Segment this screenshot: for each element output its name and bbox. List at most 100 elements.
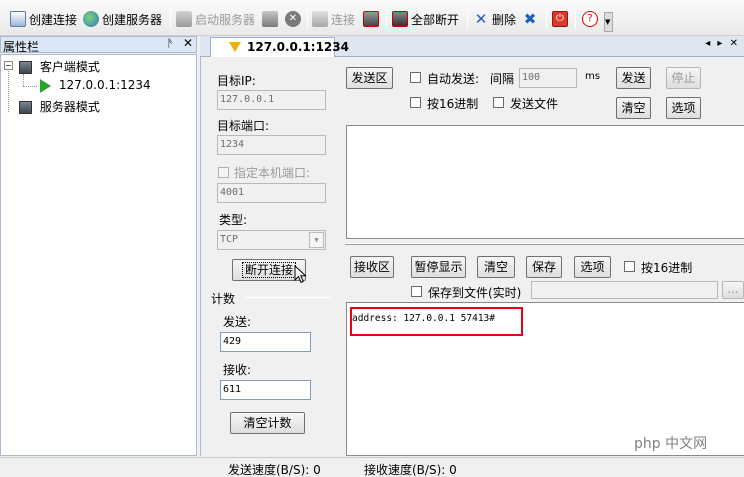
pin-icon[interactable]: ᚫ	[167, 37, 174, 50]
toolbar-separator	[170, 9, 171, 29]
server-settings-button[interactable]	[262, 9, 281, 29]
interval-field[interactable]: 100	[519, 68, 577, 88]
type-select-value: TCP	[220, 234, 239, 245]
type-select[interactable]: TCP ▼	[217, 230, 326, 250]
receive-hex-checkbox[interactable]	[624, 261, 635, 272]
toolbar-separator	[307, 9, 308, 29]
help-icon: ?	[582, 11, 598, 27]
disconnect-all-button[interactable]: 全部断开	[392, 9, 459, 29]
interval-label: 间隔	[490, 72, 515, 86]
save-to-file-label: 保存到文件(实时)	[428, 286, 522, 300]
delete-button[interactable]: ✕ 删除	[473, 9, 516, 29]
local-port-field[interactable]: 4001	[217, 183, 326, 203]
delete-all-button[interactable]: ✖	[522, 9, 541, 29]
toolbar-separator	[386, 9, 387, 29]
connect-icon	[312, 11, 328, 27]
disconnect-all-label: 全部断开	[411, 12, 460, 27]
toolbar-separator	[546, 9, 547, 29]
help-button[interactable]: ?	[582, 9, 601, 29]
create-connection-icon	[10, 11, 26, 27]
tree-item-client-mode[interactable]: 客户端模式	[19, 58, 100, 75]
tree-line	[8, 64, 9, 112]
power-icon: ⏻	[552, 11, 568, 27]
splitter[interactable]	[345, 243, 744, 245]
target-ip-field[interactable]: 127.0.0.1	[217, 90, 326, 110]
receive-options-button[interactable]: 选项	[574, 256, 611, 278]
counts-group: 计数	[211, 290, 331, 306]
tree-item-label: 服务器模式	[39, 100, 100, 114]
send-textarea[interactable]	[346, 125, 744, 239]
stop-circle-icon: ✕	[285, 11, 301, 27]
tab-label: 127.0.0.1:1234	[247, 40, 349, 54]
tree-item-server-mode[interactable]: 服务器模式	[19, 98, 100, 115]
recv-count-field[interactable]: 611	[220, 380, 311, 400]
start-server-button[interactable]: 启动服务器	[176, 9, 255, 29]
close-icon[interactable]: ✕	[183, 36, 193, 50]
target-port-field[interactable]: 1234	[217, 135, 326, 155]
receive-area-button[interactable]: 接收区	[350, 256, 394, 278]
tree-item-client-connection[interactable]: 127.0.0.1:1234	[40, 78, 151, 93]
send-button[interactable]: 发送	[616, 67, 651, 89]
auto-send-label: 自动发送:	[427, 72, 480, 86]
send-hex-checkbox[interactable]	[410, 97, 421, 108]
main-toolbar: 创建连接 创建服务器 启动服务器 ✕ 连接 全部断开 ✕ 删除 ✖ ⏻ ? ▼	[0, 0, 744, 36]
stop-send-button[interactable]: 停止	[666, 67, 701, 89]
tab-nav-controls[interactable]: ◂ ▸ ✕	[705, 38, 740, 49]
auto-send-checkbox[interactable]	[410, 72, 421, 83]
browse-button[interactable]: ...	[722, 281, 744, 299]
clear-counts-button[interactable]: 清空计数	[230, 412, 305, 434]
send-area-button[interactable]: 发送区	[346, 67, 393, 89]
send-speed-status: 发送速度(B/S): 0	[228, 463, 321, 477]
connection-status-icon	[229, 42, 241, 52]
chevron-down-icon: ▼	[309, 232, 324, 248]
stop-button[interactable]: ✕	[285, 9, 301, 29]
pause-display-button[interactable]: 暂停显示	[411, 256, 466, 278]
collapse-toggle[interactable]: −	[4, 61, 13, 70]
tree-line	[23, 74, 24, 86]
watermark-logo: php 中文网	[634, 436, 708, 452]
connect-button[interactable]: 连接	[312, 9, 355, 29]
counts-title: 计数	[211, 292, 236, 306]
type-label: 类型:	[219, 213, 248, 227]
client-mode-icon	[19, 61, 32, 74]
tree-line	[23, 86, 37, 87]
disconnect-button[interactable]	[363, 9, 382, 29]
clear-receive-button[interactable]: 清空	[477, 256, 515, 278]
delete-all-icon: ✖	[523, 10, 537, 28]
save-to-file-checkbox[interactable]	[411, 286, 422, 297]
interval-unit: ms	[585, 71, 600, 82]
sent-count-label: 发送:	[223, 315, 252, 329]
create-server-button[interactable]: 创建服务器	[83, 9, 162, 29]
local-port-checkbox[interactable]	[218, 167, 229, 178]
clear-send-button[interactable]: 清空	[616, 97, 651, 119]
property-panel-title: 属性栏	[3, 40, 40, 54]
tab-connection[interactable]: 127.0.0.1:1234	[210, 37, 349, 58]
power-button[interactable]: ⏻	[552, 9, 571, 29]
connect-label: 连接	[331, 12, 356, 27]
delete-x-icon: ✕	[474, 10, 488, 28]
toolbar-overflow-button[interactable]: ▼	[604, 12, 613, 32]
start-server-icon	[176, 11, 192, 27]
delete-label: 删除	[492, 12, 517, 27]
recv-speed-status: 接收速度(B/S): 0	[364, 463, 457, 477]
create-connection-button[interactable]: 创建连接	[10, 9, 77, 29]
send-file-checkbox[interactable]	[493, 97, 504, 108]
receive-content: address: 127.0.0.1 57413#	[352, 313, 495, 324]
recv-count-label: 接收:	[223, 363, 252, 377]
chevron-down-icon: ▼	[605, 18, 611, 26]
create-connection-label: 创建连接	[29, 12, 78, 27]
disconnect-icon	[363, 11, 379, 27]
target-ip-label: 目标IP:	[217, 74, 256, 88]
send-file-label: 发送文件	[510, 97, 559, 111]
connection-content: 目标IP: 127.0.0.1 目标端口: 1234 指定本机端口: 4001 …	[200, 57, 744, 456]
counts-divider	[245, 297, 331, 298]
save-receive-button[interactable]: 保存	[526, 256, 562, 278]
send-options-button[interactable]: 选项	[666, 97, 701, 119]
property-tree-panel: − 客户端模式 127.0.0.1:1234 服务器模式	[0, 54, 197, 456]
save-path-field[interactable]	[531, 281, 718, 299]
property-panel-header: 属性栏 ᚫ ✕	[0, 36, 197, 54]
server-mode-icon	[19, 101, 32, 114]
status-bar: 发送速度(B/S): 0 接收速度(B/S): 0	[0, 457, 744, 477]
toolbar-separator	[467, 9, 468, 29]
sent-count-field[interactable]: 429	[220, 332, 311, 352]
